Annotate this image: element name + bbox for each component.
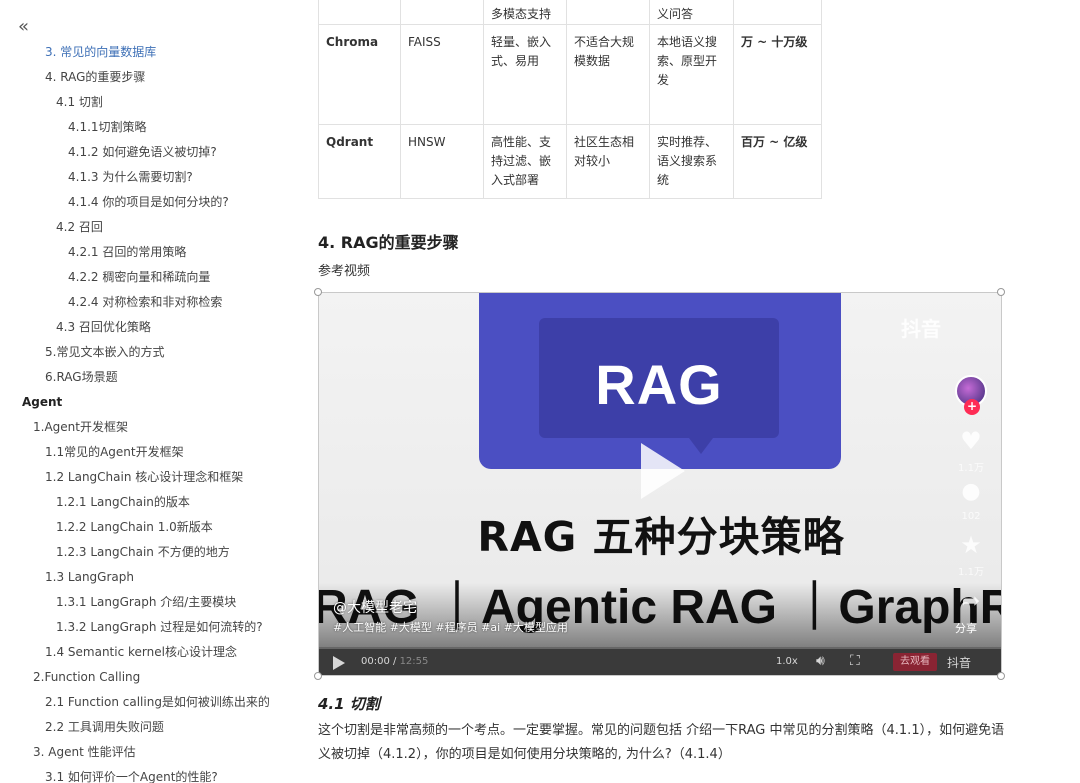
toc-item[interactable]: 4.1.2 如何避免语义被切掉? [0,140,290,165]
toc-item[interactable]: 4.3 召回优化策略 [0,315,290,340]
toc-item[interactable]: 2.2 工具调用失败问题 [0,715,290,740]
toc-item[interactable]: 1.1常见的Agent开发框架 [0,440,290,465]
watch-button[interactable]: 去观看 [893,653,937,671]
thumbnail-tail [689,438,713,454]
subsection-paragraph: 这个切割是非常高频的一个考点。一定要掌握。常见的问题包括 介绍一下RAG 中常见… [318,723,1005,762]
video-headline: RAG 五种分块策略 [477,513,845,561]
current-time: 00:00 [361,656,390,667]
time-separator: / [389,656,400,667]
toc-sidebar: « 3. 常见的向量数据库 4. RAG的重要步骤 4.1 切割 4.1.1切割策略 4… [0,0,290,783]
volume-icon[interactable]: 🔊︎ [816,653,825,669]
like-count: 1.1万 [958,463,984,474]
toc-item[interactable]: 2.1 Function calling是如何被训练出来的 [0,690,290,715]
toc-item[interactable]: 4.2 召回 [0,215,290,240]
video-author[interactable]: @大模型老宅 [333,597,417,617]
resize-handle[interactable] [997,672,1005,680]
toc-item[interactable]: 4.1 切割 [0,90,290,115]
table-cell: 社区生态相对较小 [566,124,650,199]
reference-video-label: 参考视频 [318,264,371,279]
table-cell: HNSW [400,124,484,199]
table-cell: Qdrant [318,124,401,199]
follow-button[interactable]: + [964,399,980,415]
fav-count: 1.1万 [958,567,984,578]
share-label: 分享 [955,622,977,635]
total-time: 12:55 [399,656,429,667]
play-icon[interactable] [333,656,345,670]
toc-item[interactable]: 1.3 LangGraph [0,565,290,590]
subsection-title: 4.1 切割 [318,695,380,713]
toc-item[interactable]: 4.2.2 稠密向量和稀疏向量 [0,265,290,290]
progress-bar[interactable] [319,647,1001,649]
table-cell [733,0,822,25]
main-content: 多模态支持 义问答 Chroma FAISS 轻量、嵌入式、易用 不适合大规模数据 本地语义… [290,0,1080,783]
time-readout: 00:00 / 12:55 [361,656,428,667]
comment-icon[interactable]: ● [957,479,985,504]
table-cell: 轻量、嵌入式、易用 [483,24,567,125]
toc-item[interactable]: 1.2.1 LangChain的版本 [0,490,290,515]
toc-item[interactable]: 4.1.1切割策略 [0,115,290,140]
toc-item[interactable]: 4.1.3 为什么需要切割? [0,165,290,190]
toc-item[interactable]: 1.2 LangChain 核心设计理念和框架 [0,465,290,490]
toc-item[interactable]: 4.2.4 对称检索和非对称检索 [0,290,290,315]
table-cell: 实时推荐、语义搜索系统 [649,124,734,199]
toc-item[interactable]: 2.Function Calling [0,665,290,690]
toc-item[interactable]: 3. 常见的向量数据库 [0,40,290,65]
toc-item[interactable]: Agent [0,390,290,415]
resize-handle[interactable] [314,288,322,296]
toc-list: 3. 常见的向量数据库 4. RAG的重要步骤 4.1 切割 4.1.1切割策略 4.1… [0,40,290,783]
table-cell [318,0,401,25]
video-frame[interactable]: RAG RAG 五种分块策略 RAG ｜Agentic RAG ｜GraphRA… [319,293,1001,647]
douyin-link[interactable]: 抖音 [947,654,971,671]
toc-item[interactable]: 1.3.2 LangGraph 过程是如何流转的? [0,615,290,640]
toc-item[interactable]: 1.3.1 LangGraph 介绍/主要模块 [0,590,290,615]
table-row: 多模态支持 义问答 [318,0,822,25]
video-controls: 00:00 / 12:55 1.0x 🔊︎ ⛶ 去观看 抖音 [319,647,1001,675]
play-icon[interactable] [641,443,685,499]
toc-item[interactable]: 3. Agent 性能评估 [0,740,290,765]
resize-handle[interactable] [314,672,322,680]
toc-item[interactable]: 1.2.3 LangChain 不方便的地方 [0,540,290,565]
share-icon[interactable]: ➦ [957,589,985,614]
toc-item[interactable]: 4.2.1 召回的常用策略 [0,240,290,265]
comment-count: 102 [961,511,981,522]
table-cell: 本地语义搜索、原型开发 [649,24,734,125]
table-cell [566,0,650,25]
table-cell: 义问答 [649,0,734,25]
table-cell: 万 ~ 十万级 [733,24,822,125]
table-cell: Chroma [318,24,401,125]
heart-icon[interactable]: ♥ [957,427,985,455]
speed-button[interactable]: 1.0x [776,656,798,667]
table-cell [400,0,484,25]
collapse-sidebar-icon[interactable]: « [18,18,38,38]
fullscreen-icon[interactable]: ⛶ [850,653,860,669]
table-cell: FAISS [400,24,484,125]
toc-item[interactable]: 1.2.2 LangChain 1.0新版本 [0,515,290,540]
table-row: Qdrant HNSW 高性能、支持过滤、嵌入式部署 社区生态相对较小 实时推荐、语义搜… [318,124,822,199]
section-title: 4. RAG的重要步骤 [318,233,459,252]
table-cell: 百万 ~ 亿级 [733,124,822,199]
table-cell: 多模态支持 [483,0,567,25]
video-hashtags[interactable]: #人工智能 #大模型 #程序员 #ai #大模型应用 [333,619,568,635]
toc-item[interactable]: 5.常见文本嵌入的方式 [0,340,290,365]
table-cell: 不适合大规模数据 [566,24,650,125]
star-icon[interactable]: ★ [957,531,985,559]
thumbnail-panel: RAG [539,318,779,438]
resize-handle[interactable] [997,288,1005,296]
thumbnail-word: RAG [595,353,723,416]
toc-item[interactable]: 3.1 如何评价一个Agent的性能? [0,765,290,783]
toc-item[interactable]: 4.1.4 你的项目是如何分块的? [0,190,290,215]
table-row: Chroma FAISS 轻量、嵌入式、易用 不适合大规模数据 本地语义搜索、原型开发万… [318,24,822,125]
toc-item[interactable]: 4. RAG的重要步骤 [0,65,290,90]
video-shade [319,583,1001,647]
toc-item[interactable]: 1.Agent开发框架 [0,415,290,440]
video-embed[interactable]: RAG RAG 五种分块策略 RAG ｜Agentic RAG ｜GraphRA… [318,292,1002,676]
table-cell: 高性能、支持过滤、嵌入式部署 [483,124,567,199]
toc-item[interactable]: 6.RAG场景题 [0,365,290,390]
vector-db-table: 多模态支持 义问答 Chroma FAISS 轻量、嵌入式、易用 不适合大规模数据 本地语义… [318,0,822,199]
toc-item[interactable]: 1.4 Semantic kernel核心设计理念 [0,640,290,665]
douyin-brand: 抖音 [901,317,941,341]
